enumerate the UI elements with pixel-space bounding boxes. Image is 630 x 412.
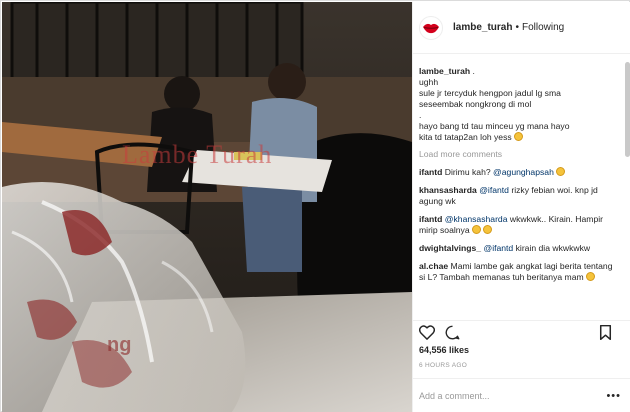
post-header: lambe_turah • Following — [413, 2, 630, 54]
caption-suffix: . — [472, 66, 475, 76]
likes-count[interactable]: 64,556 likes — [419, 345, 469, 355]
caption-username[interactable]: lambe_turah — [419, 66, 470, 76]
comment-username[interactable]: ifantd — [419, 167, 442, 177]
comment-mention[interactable]: @ifantd — [483, 243, 513, 253]
caption-line: hayo bang td tau minceu yg mana hayo — [419, 121, 570, 131]
comment-text: kirain dia wkwkwkw — [515, 243, 591, 253]
comments-scrollbar[interactable] — [625, 62, 630, 157]
post-sidebar: lambe_turah • Following lambe_turah . ug… — [412, 2, 630, 412]
comment-item: dwightalvings_ @ifantd kirain dia wkwkwk… — [419, 243, 619, 254]
header-username[interactable]: lambe_turah — [453, 22, 512, 33]
comment-bubble-icon[interactable] — [445, 325, 460, 345]
comment-text: Mami lambe gak angkat lagi berita tentan… — [419, 261, 613, 282]
comment-item: al.chae Mami lambe gak angkat lagi berit… — [419, 261, 619, 283]
post-timestamp: 6 HOURS AGO — [419, 362, 468, 369]
post-photo[interactable]: Lambe Turah ng — [2, 2, 412, 412]
action-bar — [413, 320, 630, 342]
post-frame: Lambe Turah ng lambe_turah • Following l… — [0, 0, 630, 412]
lips-icon[interactable] — [419, 15, 443, 40]
comment-username[interactable]: al.chae — [419, 261, 448, 271]
comment-item: ifantd @khansasharda wkwkwk.. Kirain. Ha… — [419, 214, 619, 236]
comments-section: lambe_turah . ughh sule jr tercyduk heng… — [413, 55, 625, 319]
caption-line: ughh — [419, 77, 439, 87]
caption-line: kita td tatap2an loh yess — [419, 132, 619, 143]
follow-status[interactable]: Following — [522, 22, 564, 33]
comment-username[interactable]: dwightalvings_ — [419, 243, 481, 253]
comment-username[interactable]: khansasharda — [419, 185, 477, 195]
bag-print-text: ng — [107, 334, 132, 356]
caption-line: seseembak nongkrong di mol — [419, 99, 532, 109]
comment-mention[interactable]: @agunghapsah — [493, 167, 554, 177]
comment-mention[interactable]: @khansasharda — [445, 214, 508, 224]
add-comment-bar: ••• — [413, 378, 630, 412]
comment-username[interactable]: ifantd — [419, 214, 442, 224]
grin-emoji-icon — [471, 225, 481, 234]
caption-line: . — [419, 110, 422, 120]
smile-emoji-icon — [585, 272, 595, 281]
caption: lambe_turah . ughh sule jr tercyduk heng… — [419, 66, 619, 143]
grin-emoji-icon — [513, 132, 523, 141]
add-comment-input[interactable] — [419, 390, 594, 401]
caption-line: sule jr tercyduk hengpon jadul lg sma — [419, 88, 561, 98]
heart-icon[interactable] — [418, 325, 436, 345]
comment-item: khansasharda @ifantd rizky febian woi. k… — [419, 185, 619, 207]
photo-watermark: Lambe Turah — [122, 140, 273, 169]
header-separator: • — [515, 22, 519, 33]
grin-emoji-icon — [555, 167, 565, 176]
comment-text: Dirimu kah? — [444, 167, 491, 177]
caption-line-text: kita td tatap2an loh yess — [419, 132, 512, 142]
photo-illustration — [2, 2, 412, 412]
bookmark-icon[interactable] — [599, 324, 612, 345]
comment-mention[interactable]: @ifantd — [479, 185, 509, 195]
laughing-emoji-icon — [482, 225, 492, 234]
load-more-comments-link[interactable]: Load more comments — [419, 149, 619, 160]
comment-item: ifantd Dirimu kah? @agunghapsah — [419, 167, 619, 178]
more-options-icon[interactable]: ••• — [606, 390, 621, 402]
